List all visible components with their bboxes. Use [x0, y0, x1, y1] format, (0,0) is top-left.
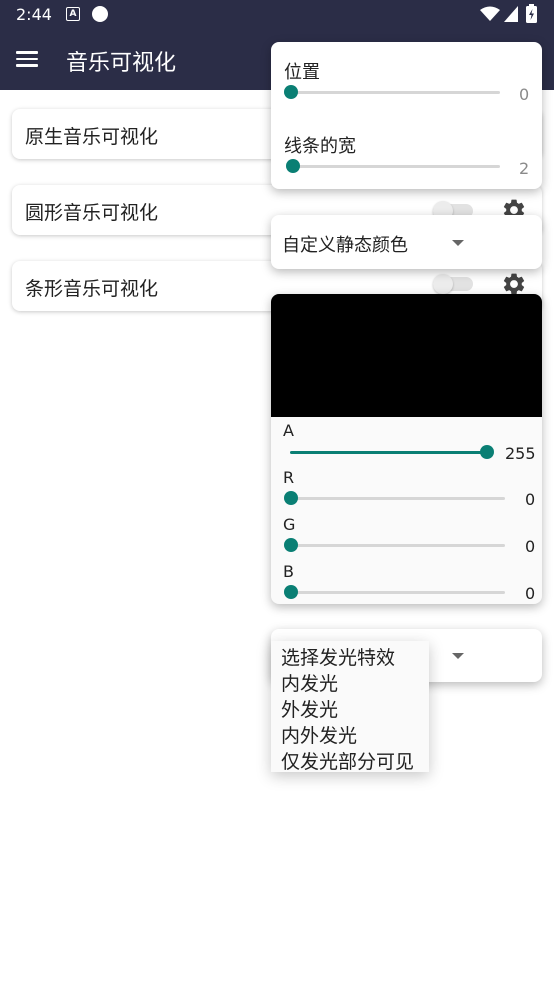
notification-dot-icon [92, 6, 108, 22]
channel-a-value: 255 [505, 444, 536, 463]
slider-thumb[interactable] [284, 85, 298, 99]
glow-option[interactable]: 内发光 [281, 669, 338, 696]
glow-effect-menu: 选择发光特效 内发光 外发光 内外发光 仅发光部分可见 [271, 641, 429, 774]
channel-g-slider[interactable] [284, 535, 507, 555]
channel-r-label: R [283, 468, 295, 487]
notification-a-icon: A [66, 7, 80, 21]
chevron-down-icon [452, 240, 464, 246]
glow-option[interactable]: 选择发光特效 [281, 643, 395, 670]
slider-thumb[interactable] [284, 538, 298, 552]
wifi-icon [480, 6, 500, 21]
status-bar: 2:44 A [0, 0, 554, 30]
channel-a-slider[interactable] [285, 442, 494, 462]
channel-b-slider[interactable] [284, 582, 507, 602]
page-title: 音乐可视化 [66, 51, 177, 76]
channel-r-slider[interactable] [284, 488, 507, 508]
position-slider[interactable] [284, 82, 502, 102]
line-width-slider[interactable] [284, 156, 502, 176]
channel-g-value: 0 [525, 537, 536, 556]
slider-thumb[interactable] [284, 491, 298, 505]
line-width-value: 2 [519, 159, 530, 178]
channel-b-value: 0 [525, 584, 536, 603]
menu-icon[interactable] [16, 51, 38, 67]
position-settings-popup: 位置 0 线条的宽 2 [271, 42, 542, 189]
channel-g-label: G [283, 515, 296, 534]
channel-r-value: 0 [525, 490, 536, 509]
color-picker-popup: A 255 R 0 G 0 B 0 [271, 294, 542, 604]
battery-icon [526, 4, 537, 23]
card-label: 原生音乐可视化 [25, 126, 159, 148]
slider-thumb[interactable] [286, 159, 300, 173]
chevron-down-icon [452, 653, 464, 659]
color-mode-selected: 自定义静态颜色 [282, 235, 408, 256]
slider-thumb[interactable] [480, 445, 494, 459]
card-label: 条形音乐可视化 [25, 278, 159, 300]
color-preview [271, 294, 542, 417]
bar-visualizer-switch[interactable] [433, 274, 475, 294]
glow-option[interactable]: 外发光 [281, 695, 338, 722]
line-width-label: 线条的宽 [284, 136, 356, 157]
color-mode-dropdown[interactable]: 自定义静态颜色 [271, 215, 542, 269]
slider-thumb[interactable] [284, 585, 298, 599]
channel-b-label: B [283, 562, 294, 581]
channel-a-label: A [283, 421, 294, 440]
glow-option[interactable]: 仅发光部分可见 [281, 747, 414, 774]
card-label: 圆形音乐可视化 [25, 202, 159, 224]
position-value: 0 [519, 85, 530, 104]
signal-icon [504, 6, 518, 22]
position-label: 位置 [284, 62, 320, 83]
status-time: 2:44 [16, 5, 52, 24]
glow-option[interactable]: 内外发光 [281, 721, 357, 748]
